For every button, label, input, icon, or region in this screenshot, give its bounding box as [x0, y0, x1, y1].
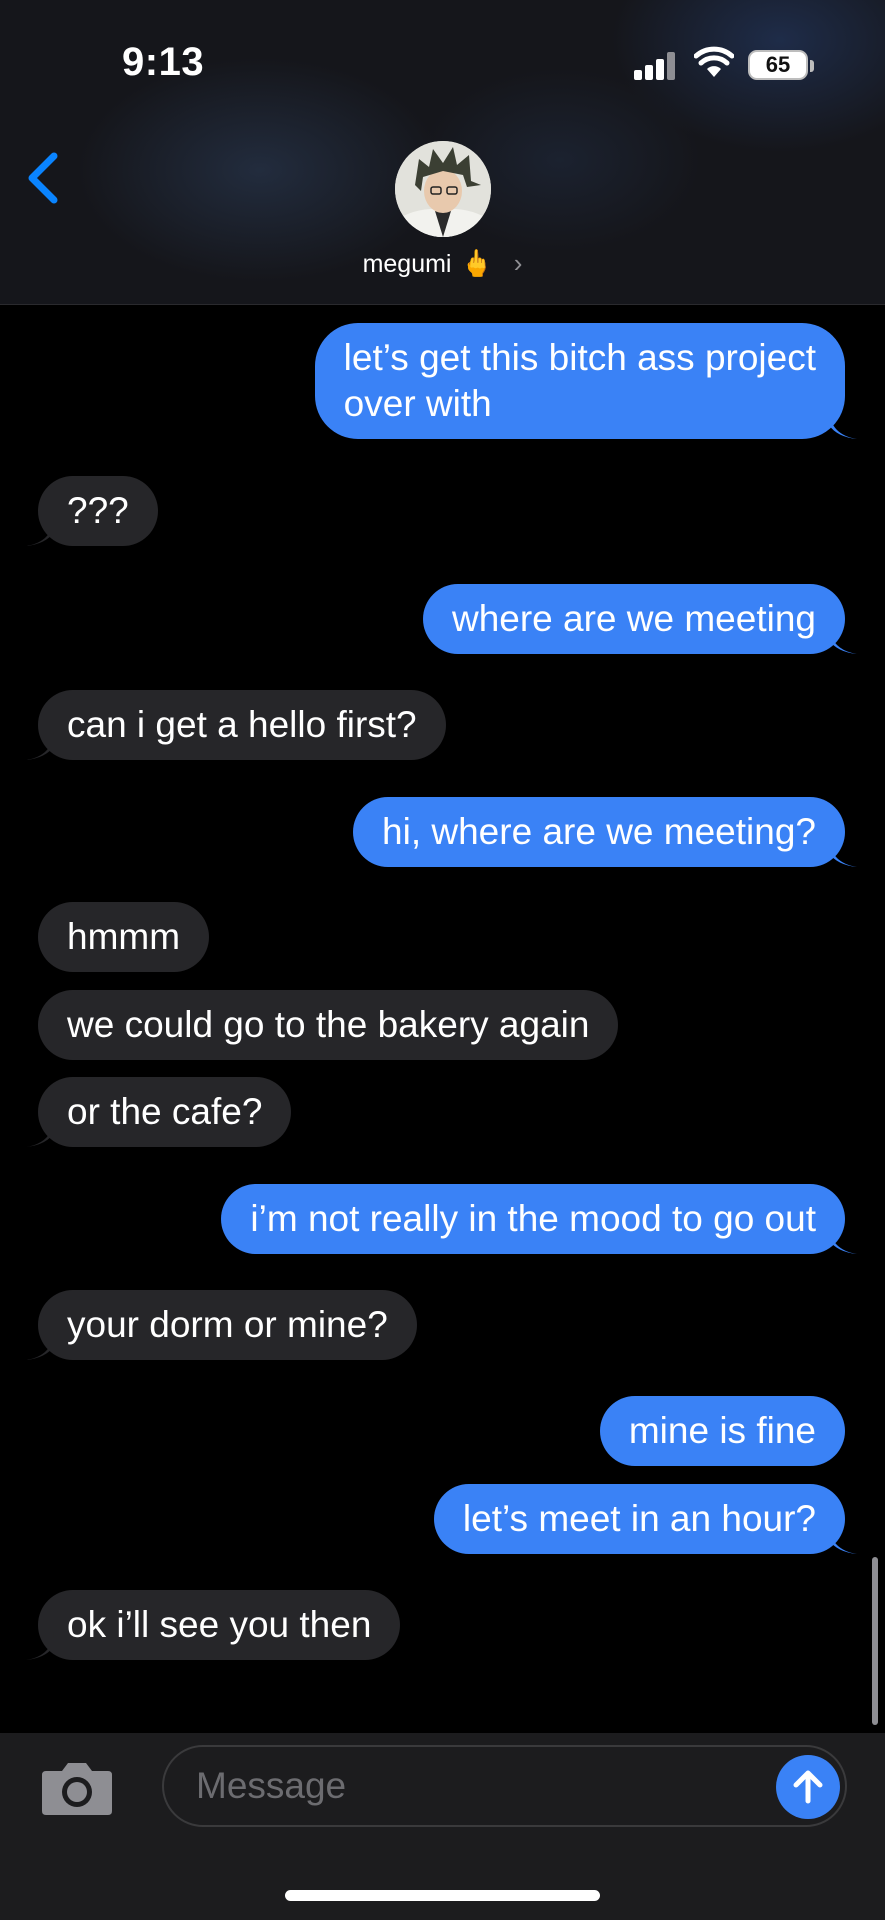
message-input[interactable]	[162, 1745, 847, 1827]
bubble-tail	[26, 1119, 54, 1147]
message-received[interactable]: ok i’ll see you then	[26, 1590, 401, 1660]
bubble-tail	[829, 839, 857, 867]
message-sent[interactable]: hi, where are we meeting?	[353, 797, 857, 867]
battery-icon: 65	[748, 50, 808, 80]
conversation-header: 9:13 65 megumi 🖕 ›	[0, 0, 885, 305]
message-text: ok i’ll see you then	[67, 1604, 372, 1645]
send-button[interactable]	[776, 1755, 840, 1819]
message-received[interactable]: or the cafe?	[26, 1077, 292, 1147]
bubble-tail	[829, 1526, 857, 1554]
bubble-tail	[829, 626, 857, 654]
scrollbar[interactable]	[872, 1557, 878, 1725]
contact-avatar[interactable]	[395, 141, 491, 237]
back-chevron-icon[interactable]	[24, 148, 64, 208]
messages-screen: 9:13 65 megumi 🖕 › let’s get this bitch …	[0, 0, 885, 1920]
message-text: let’s meet in an hour?	[462, 1498, 816, 1539]
message-text: mine is fine	[628, 1410, 816, 1451]
home-indicator[interactable]	[285, 1890, 600, 1901]
bubble-tail	[26, 518, 54, 546]
message-text: ???	[67, 490, 129, 531]
message-text: or the cafe?	[67, 1091, 263, 1132]
message-text: your dorm or mine?	[67, 1304, 388, 1345]
contact-name: megumi	[362, 250, 452, 278]
message-text: i’m not really in the mood to go out	[250, 1198, 816, 1239]
message-received[interactable]: can i get a hello first?	[26, 690, 446, 760]
bubble-tail	[829, 1226, 857, 1254]
message-sent[interactable]: i’m not really in the mood to go out	[221, 1184, 857, 1254]
message-text: where are we meeting	[451, 598, 816, 639]
bubble-tail	[829, 411, 857, 439]
message-text: we could go to the bakery again	[67, 1004, 590, 1045]
contact-name-button[interactable]: megumi 🖕 ›	[0, 248, 885, 279]
message-text: hmmm	[67, 916, 181, 957]
camera-icon[interactable]	[40, 1757, 114, 1817]
message-text: let’s get this bitch ass project	[343, 337, 816, 378]
battery-nub	[810, 60, 814, 72]
send-arrow-icon	[793, 1770, 823, 1804]
message-received[interactable]: hmmm	[38, 902, 210, 972]
chevron-right-icon: ›	[513, 248, 523, 278]
bubble-tail	[26, 732, 54, 760]
status-time: 9:13	[122, 40, 205, 84]
message-received[interactable]: ???	[26, 476, 158, 546]
message-sent[interactable]: mine is fine	[599, 1396, 845, 1466]
message-sent[interactable]: let’s get this bitch ass project over wi…	[314, 323, 857, 439]
wifi-icon	[694, 46, 734, 77]
signal-icon	[634, 52, 678, 80]
message-text: over with	[343, 383, 492, 424]
message-sent[interactable]: where are we meeting	[422, 584, 857, 654]
contact-emoji: 🖕	[460, 248, 493, 278]
bubble-tail	[26, 1632, 54, 1660]
message-sent[interactable]: let’s meet in an hour?	[433, 1484, 857, 1554]
bubble-tail	[26, 1332, 54, 1360]
message-received[interactable]: we could go to the bakery again	[38, 990, 619, 1060]
message-text: hi, where are we meeting?	[382, 811, 816, 852]
message-text: can i get a hello first?	[67, 704, 417, 745]
message-received[interactable]: your dorm or mine?	[26, 1290, 417, 1360]
